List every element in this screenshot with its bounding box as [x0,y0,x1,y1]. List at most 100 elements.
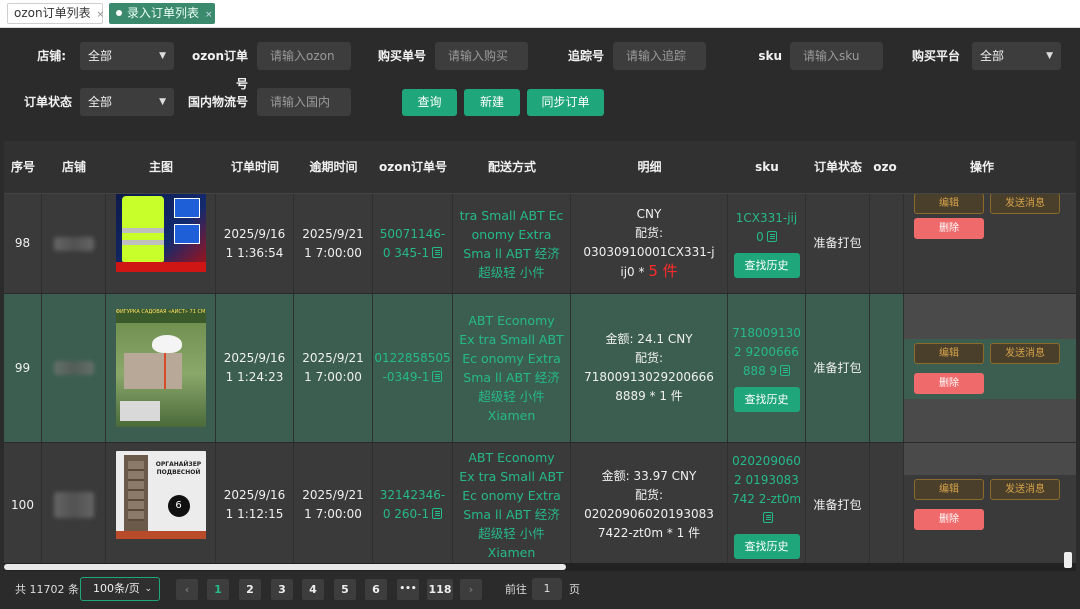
product-image-stork[interactable]: ФИГУРКА САДОВАЯ «АИСТ» 71 СМ [115,309,206,427]
new-button[interactable]: 新建 [464,89,520,116]
caret-down-icon: ▼ [159,97,166,107]
product-image-vest[interactable] [115,194,206,272]
tab-entered-orders[interactable]: 录入订单列表 × [109,3,215,24]
domestic-tracking-input[interactable]: 请输入国内 [257,88,351,116]
edit-button[interactable]: 编辑 [914,343,984,364]
close-icon[interactable]: × [97,10,105,20]
product-image-organizer[interactable]: ОРГАНАЙЗЕР ПОДВЕСНОЙ 6 [115,451,206,539]
platform-select[interactable]: 全部 ▼ [972,42,1061,70]
store-cell [42,294,106,442]
row-index: 98 [4,194,42,293]
more-pages-button[interactable]: ••• [397,579,419,600]
actions-bottom-shade [904,399,1076,442]
store-select[interactable]: 全部 ▼ [80,42,174,70]
copy-icon[interactable] [432,371,443,382]
scrollbar-thumb[interactable] [4,564,566,570]
page-button[interactable]: 5 [334,579,356,600]
actions-cell: 编辑 发送消息 删除 [904,294,1076,442]
chevron-down-icon: ⌄ [144,584,152,594]
send-message-button[interactable]: 发送消息 [990,193,1060,214]
page-button[interactable]: 3 [271,579,293,600]
close-icon[interactable]: × [205,10,213,20]
send-message-button[interactable]: 发送消息 [990,343,1060,364]
copy-icon[interactable] [766,231,777,242]
order-status: 准备打包 [806,194,870,293]
copy-icon[interactable] [763,511,773,523]
total-count: 共 11702 条 [15,583,79,596]
vertical-scrollbar[interactable] [1064,552,1072,568]
detail-allocation: 配货: 02020906020193083 7422-zt0m * 1 件 [584,488,714,540]
stork-leg [163,353,166,389]
detail-cell: 金额: 33.97 CNY 配货: 02020906020193083 7422… [571,443,728,567]
column-header: 配送方式 [487,160,536,174]
find-history-button[interactable]: 查找历史 [733,253,800,278]
next-page-button[interactable]: › [460,579,482,600]
tab-label: ozon订单列表 [14,6,91,20]
detail-cell: CNY 配货: 03030910001CX331-j ij0 * 5 件 [571,194,728,293]
page-button[interactable]: 6 [365,579,387,600]
table-header: 序号 店铺 主图 订单时间 逾期时间 ozon订单号 配送方式 明细 sku 订… [4,141,1076,194]
main-image-cell [106,194,216,293]
delete-button[interactable]: 删除 [914,509,984,530]
blurred-store-name [53,361,94,375]
prev-page-button[interactable]: ‹ [176,579,198,600]
banner-strip [115,262,206,272]
blurred-store-name [53,492,94,518]
due-time: 2025/9/21 1 7:00:00 [294,194,373,293]
tracking-input[interactable]: 请输入追踪 [613,42,706,70]
sign-icon [173,224,200,244]
send-message-button[interactable]: 发送消息 [990,479,1060,500]
status-select[interactable]: 全部 ▼ [80,88,174,116]
sku-value[interactable]: 0202090602 0193083742 2-zt0m [732,454,801,506]
sku-input[interactable]: 请输入sku [790,42,883,70]
column-header: 序号 [10,160,35,174]
order-time: 2025/9/16 1 1:12:15 [216,443,294,567]
purchase-no-input[interactable]: 请输入购买 [435,42,528,70]
ozon-order-cell[interactable]: 0122858505 -0349-1 [373,294,453,442]
goto-page-input[interactable]: 1 [532,578,562,600]
horizontal-scrollbar[interactable] [4,563,1076,571]
table-row[interactable]: 99 ФИГУРКА САДОВАЯ «АИСТ» 71 СМ 2025/9/1… [4,294,1076,443]
main-image-cell: ФИГУРКА САДОВАЯ «АИСТ» 71 СМ [106,294,216,442]
detail-amount: 金额: 24.1 CNY [605,332,693,346]
actions-cell: 编辑 发送消息 删除 [904,193,1076,293]
page-size-select[interactable]: 100条/页 ⌄ [80,577,160,601]
copy-icon[interactable] [432,246,443,258]
ozon-order-input[interactable]: 请输入ozon [257,42,351,70]
sku-label: sku [758,49,782,63]
page-button[interactable]: 118 [427,579,453,600]
purchase-no-label: 购买单号 [377,49,426,63]
sync-orders-button[interactable]: 同步订单 [527,89,604,116]
page-button[interactable]: 4 [302,579,324,600]
delete-button[interactable]: 删除 [914,373,984,394]
sku-value[interactable]: 7180091302 9200666888 9 [732,326,801,378]
copy-icon[interactable] [432,508,443,519]
orders-table: 序号 店铺 主图 订单时间 逾期时间 ozon订单号 配送方式 明细 sku 订… [4,141,1076,568]
column-header: ozon订单号 [378,160,448,174]
shipping-method: ABT Economy Ex tra Small ABT Ec onomy Ex… [453,443,571,567]
edit-button[interactable]: 编辑 [914,193,984,214]
store-select-value: 全部 [88,49,113,63]
platform-label: 购买平台 [911,49,960,63]
pagination: 共 11702 条 100条/页 ⌄ ‹ 1 2 3 4 5 6 ••• 118 … [0,574,1080,604]
copy-icon[interactable] [780,365,791,376]
find-history-button[interactable]: 查找历史 [733,387,800,412]
ozon-order-cell[interactable]: 32142346-0 260-1 [373,443,453,567]
detail-amount: 金额: 33.97 CNY [601,469,697,483]
column-header: 主图 [148,160,173,174]
edit-button[interactable]: 编辑 [914,479,984,500]
query-button[interactable]: 查询 [402,89,457,116]
page-button[interactable]: 2 [239,579,261,600]
find-history-button[interactable]: 查找历史 [733,533,800,559]
column-header: 订单状态 [813,160,862,174]
goto-label: 前往 [505,583,527,596]
tab-ozon-orders[interactable]: ozon订单列表 × [7,3,105,24]
delete-button[interactable]: 删除 [914,218,984,239]
column-header: ozo [873,160,897,174]
sku-cell: 1CX331-jij0 查找历史 [728,194,806,293]
page-button[interactable]: 1 [207,579,229,600]
column-header: 明细 [637,160,662,174]
tab-bar: ozon订单列表 × 录入订单列表 × [0,0,1080,28]
sign-icon [173,198,200,218]
ozon-order-cell[interactable]: 50071146-0 345-1 [373,194,453,293]
